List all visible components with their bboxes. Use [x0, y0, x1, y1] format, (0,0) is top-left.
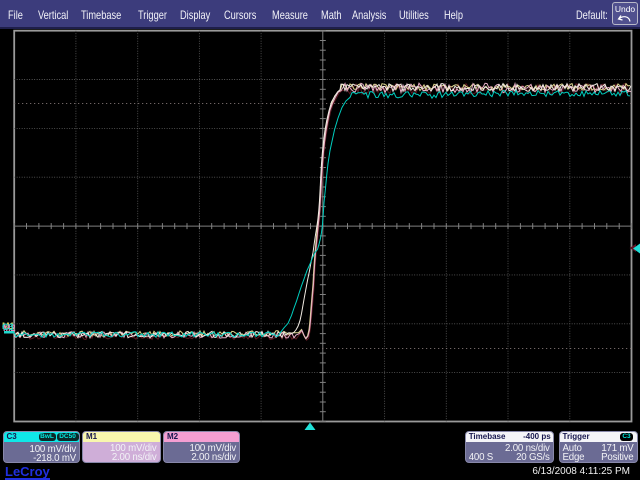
- svg-text:C3: C3: [2, 322, 14, 332]
